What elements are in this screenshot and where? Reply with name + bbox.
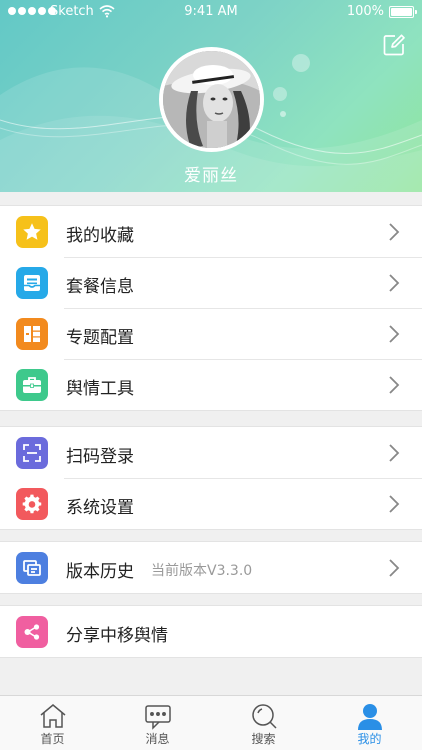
chevron-right-icon — [389, 444, 400, 462]
tab-label: 搜索 — [251, 732, 276, 746]
battery-percentage: 100% — [346, 4, 384, 19]
menu-group-4: 分享中移舆情 — [0, 605, 422, 658]
scan-icon — [16, 437, 48, 469]
username: 爱丽丝 — [184, 166, 238, 186]
message-icon — [145, 705, 171, 730]
briefcase-icon — [16, 369, 48, 401]
menu-item-label: 我的收藏 — [66, 226, 134, 246]
battery-icon — [389, 6, 417, 18]
home-icon — [40, 704, 66, 728]
avatar[interactable] — [159, 47, 264, 152]
menu-item-label: 专题配置 — [66, 328, 134, 348]
chevron-right-icon — [389, 495, 400, 513]
menu-item-label: 系统设置 — [66, 498, 134, 518]
menu-item-topic-config[interactable]: 专题配置 — [0, 308, 422, 359]
menu-item-package-info[interactable]: 套餐信息 — [0, 257, 422, 308]
menu-item-system-settings[interactable]: 系统设置 — [0, 478, 422, 529]
menu-item-favorites[interactable]: 我的收藏 — [0, 206, 422, 257]
chevron-right-icon — [389, 376, 400, 394]
menu-group-1: 我的收藏 套餐信息 专题配置 舆情工具 — [0, 205, 422, 411]
tab-search[interactable]: 搜索 — [211, 696, 316, 750]
tray-icon — [16, 267, 48, 299]
edit-profile-icon[interactable] — [382, 33, 406, 57]
avatar-photo — [163, 51, 260, 148]
menu-item-scan-login[interactable]: 扫码登录 — [0, 427, 422, 478]
tab-label: 消息 — [145, 732, 170, 746]
tab-bar: 首页 消息 搜索 我的 — [0, 695, 422, 750]
grid-icon — [16, 318, 48, 350]
menu-item-label: 套餐信息 — [66, 277, 134, 297]
tab-label: 首页 — [40, 732, 65, 746]
chevron-right-icon — [389, 325, 400, 343]
profile-header: Sketch 9:41 AM 100% 爱丽丝 — [0, 0, 422, 192]
chevron-right-icon — [389, 223, 400, 241]
menu-item-version-history[interactable]: 版本历史 当前版本V3.3.0 — [0, 542, 422, 593]
menu-item-share[interactable]: 分享中移舆情 — [0, 606, 422, 657]
menu-group-2: 扫码登录 系统设置 — [0, 426, 422, 530]
share-icon — [16, 616, 48, 648]
search-icon — [252, 704, 277, 729]
menu-item-label: 舆情工具 — [66, 379, 134, 399]
menu-item-label: 扫码登录 — [66, 447, 134, 467]
current-version-text: 当前版本V3.3.0 — [151, 563, 253, 579]
star-icon — [16, 216, 48, 248]
menu-item-label: 版本历史 — [66, 562, 134, 582]
version-icon — [16, 552, 48, 584]
tab-home[interactable]: 首页 — [0, 696, 105, 750]
person-icon — [358, 704, 382, 730]
menu-item-label: 分享中移舆情 — [66, 626, 168, 646]
tab-profile[interactable]: 我的 — [317, 696, 422, 750]
tab-messages[interactable]: 消息 — [105, 696, 210, 750]
menu-group-3: 版本历史 当前版本V3.3.0 — [0, 541, 422, 594]
gear-icon — [16, 488, 48, 520]
menu-item-opinion-tools[interactable]: 舆情工具 — [0, 359, 422, 410]
tab-label: 我的 — [357, 732, 382, 746]
chevron-right-icon — [389, 274, 400, 292]
status-bar: Sketch 9:41 AM 100% — [0, 0, 422, 24]
chevron-right-icon — [389, 559, 400, 577]
